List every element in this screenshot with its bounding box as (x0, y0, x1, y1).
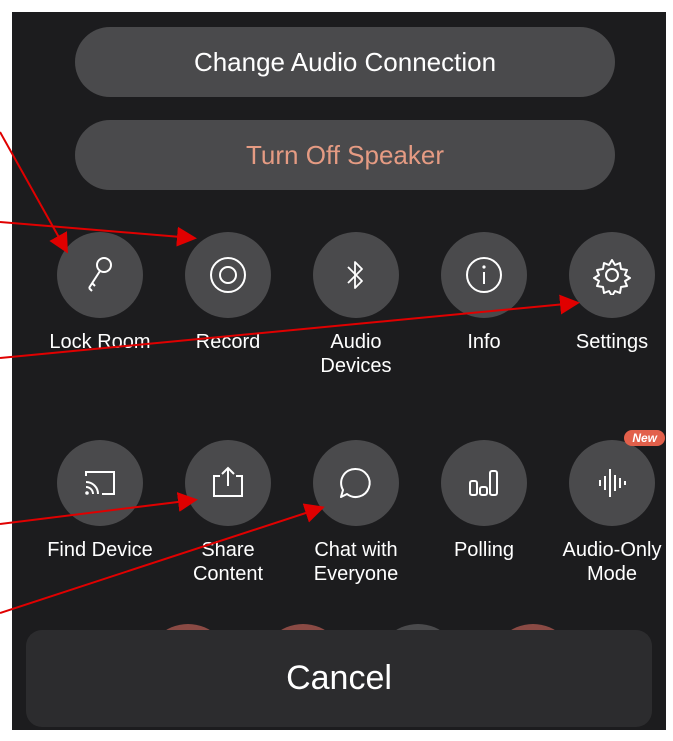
polling-bars-icon (469, 470, 498, 496)
meeting-more-menu: Change Audio Connection Turn Off Speaker… (12, 12, 666, 730)
cancel-button[interactable]: Cancel (26, 630, 652, 727)
turn-off-speaker-button[interactable]: Turn Off Speaker (75, 120, 615, 190)
audio-devices-label: Audio Devices (320, 331, 392, 377)
audio-devices-button[interactable] (313, 232, 399, 318)
chat-option[interactable]: Chat with Everyone (292, 440, 420, 586)
settings-button[interactable] (569, 232, 655, 318)
record-label: Record (195, 331, 261, 353)
share-content-label: Share Content (192, 539, 264, 585)
lock-room-button[interactable] (57, 232, 143, 318)
info-button[interactable] (441, 232, 527, 318)
share-content-button[interactable] (185, 440, 271, 526)
new-badge: New (624, 430, 665, 446)
audio-only-label: Audio-Only Mode (562, 539, 662, 585)
audio-devices-option[interactable]: Audio Devices (292, 232, 420, 378)
lock-room-option[interactable]: Lock Room (36, 232, 164, 354)
change-audio-connection-button[interactable]: Change Audio Connection (75, 27, 615, 97)
chat-label: Chat with Everyone (313, 539, 399, 585)
polling-option[interactable]: Polling (420, 440, 548, 562)
info-icon (466, 257, 502, 293)
chat-bubble-icon (340, 467, 371, 498)
find-device-button[interactable] (57, 440, 143, 526)
info-option[interactable]: Info (420, 232, 548, 354)
record-button[interactable] (185, 232, 271, 318)
settings-option[interactable]: Settings (548, 232, 666, 354)
record-icon (210, 257, 246, 293)
waveform-icon (599, 469, 626, 497)
record-option[interactable]: Record (164, 232, 292, 354)
audio-only-option[interactable]: New Audio-Only Mode (548, 430, 666, 586)
bluetooth-icon (347, 261, 363, 289)
audio-only-button[interactable]: New (569, 430, 665, 526)
info-label: Info (467, 331, 501, 353)
settings-label: Settings (575, 331, 649, 353)
chat-button[interactable] (313, 440, 399, 526)
polling-label: Polling (453, 539, 515, 561)
gear-icon (593, 259, 631, 295)
lock-room-label: Lock Room (49, 331, 151, 353)
cast-icon (85, 471, 115, 495)
key-icon (88, 257, 112, 292)
find-device-label: Find Device (47, 539, 153, 561)
polling-button[interactable] (441, 440, 527, 526)
share-upload-icon (213, 466, 243, 497)
find-device-option[interactable]: Find Device (36, 440, 164, 562)
share-content-option[interactable]: Share Content (164, 440, 292, 586)
